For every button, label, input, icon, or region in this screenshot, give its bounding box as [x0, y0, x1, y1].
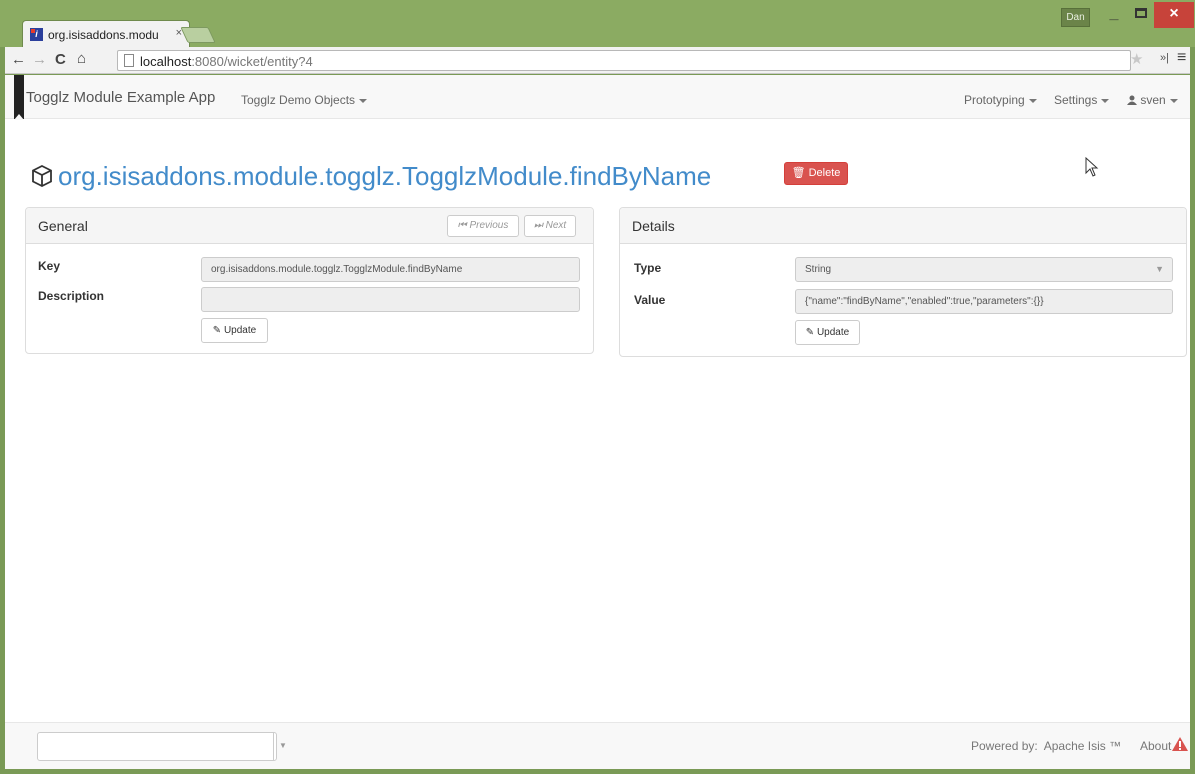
address-bar[interactable]: localhost:8080/wicket/entity?4 — [117, 50, 1131, 71]
details-panel: Details Type String ▼ Value {"name":"fin… — [619, 207, 1187, 357]
close-window-button[interactable]: × — [1154, 2, 1194, 28]
url-text: localhost:8080/wicket/entity?4 — [140, 54, 313, 69]
back-arrow-icon[interactable]: ← — [11, 51, 26, 68]
next-button[interactable]: ⏭ Next — [524, 215, 576, 237]
key-label: Key — [38, 259, 61, 273]
menu-settings[interactable]: Settings — [1054, 93, 1110, 107]
browser-menu-icon[interactable]: ≡ — [1177, 49, 1186, 67]
app-brand[interactable]: Togglz Module Example App — [26, 89, 215, 106]
general-heading: General — [38, 218, 88, 234]
forward-arrow-icon[interactable]: → — [32, 51, 47, 68]
delete-button[interactable]: 🗑 Delete — [784, 162, 848, 185]
chevron-down-icon — [1028, 98, 1037, 103]
extensions-chevron-icon[interactable]: »| — [1160, 52, 1169, 64]
warning-icon[interactable] — [1171, 736, 1189, 752]
browser-user-badge[interactable]: Dan — [1061, 8, 1090, 27]
menu-togglz-demo-objects[interactable]: Togglz Demo Objects — [241, 93, 368, 107]
skip-back-icon: ⏮ — [457, 220, 467, 231]
minimize-window-button[interactable]: _ — [1100, 2, 1128, 28]
details-heading: Details — [632, 218, 675, 234]
page-viewport: Togglz Module Example App Togglz Demo Ob… — [5, 75, 1190, 769]
mouse-cursor-icon — [1085, 157, 1099, 177]
chevron-down-icon: ▼ — [279, 741, 287, 750]
edit-icon: ✎ — [805, 327, 815, 338]
reload-icon[interactable]: C — [55, 51, 66, 68]
isis-favicon-icon: i — [30, 28, 43, 41]
bookmark-ribbon-icon[interactable] — [14, 75, 24, 120]
browser-tab[interactable]: i org.isisaddons.modu × — [22, 20, 190, 47]
previous-button[interactable]: ⏮ Previous — [447, 215, 519, 237]
general-panel-heading: General ⏮ Previous ⏭ Next — [26, 208, 593, 244]
type-label: Type — [634, 261, 662, 275]
key-field[interactable]: org.isisaddons.module.togglz.TogglzModul… — [201, 257, 580, 282]
description-field[interactable] — [201, 287, 580, 312]
description-label: Description — [38, 289, 105, 303]
details-panel-heading: Details — [620, 208, 1186, 244]
value-label: Value — [634, 293, 666, 307]
tab-title: org.isisaddons.modu — [48, 28, 159, 42]
chevron-down-icon: ▼ — [1155, 264, 1164, 274]
value-field[interactable]: {"name":"findByName","enabled":true,"par… — [795, 289, 1173, 314]
page-title: org.isisaddons.module.togglz.TogglzModul… — [30, 161, 711, 192]
chevron-down-icon — [1101, 98, 1110, 103]
powered-by: Powered by: Apache Isis ™ — [971, 739, 1122, 753]
browser-toolbar: ← → C ⌂ localhost:8080/wicket/entity?4 ★… — [5, 47, 1190, 74]
details-update-button[interactable]: ✎ Update — [795, 320, 860, 345]
chevron-down-icon — [359, 98, 368, 103]
bookmark-star-icon[interactable]: ★ — [1130, 50, 1143, 68]
general-update-button[interactable]: ✎ Update — [201, 318, 268, 343]
footer-select[interactable]: ▼ — [37, 732, 287, 761]
page-icon — [124, 54, 134, 67]
cube-icon — [32, 164, 52, 188]
menu-user[interactable]: sven — [1127, 93, 1178, 107]
maximize-window-button[interactable] — [1128, 2, 1154, 28]
trash-icon: 🗑 — [791, 167, 806, 179]
about-link[interactable]: About — [1140, 739, 1171, 753]
general-panel: General ⏮ Previous ⏭ Next Key org.isisad… — [25, 207, 594, 354]
apache-isis-link[interactable]: Apache Isis ™ — [1044, 739, 1121, 753]
chevron-down-icon — [1169, 98, 1178, 103]
skip-forward-icon: ⏭ — [533, 220, 543, 231]
delete-label: Delete — [808, 167, 841, 179]
type-selected-value: String — [805, 264, 832, 275]
type-select[interactable]: String ▼ — [795, 257, 1173, 282]
edit-icon: ✎ — [212, 325, 222, 336]
page-footer: ▼ Powered by: Apache Isis ™ About — [5, 722, 1190, 769]
entity-title-text: org.isisaddons.module.togglz.TogglzModul… — [58, 161, 712, 191]
app-navbar: Togglz Module Example App Togglz Demo Ob… — [5, 75, 1190, 120]
menu-prototyping[interactable]: Prototyping — [964, 93, 1037, 107]
user-icon — [1127, 95, 1137, 105]
home-icon[interactable]: ⌂ — [77, 50, 86, 67]
